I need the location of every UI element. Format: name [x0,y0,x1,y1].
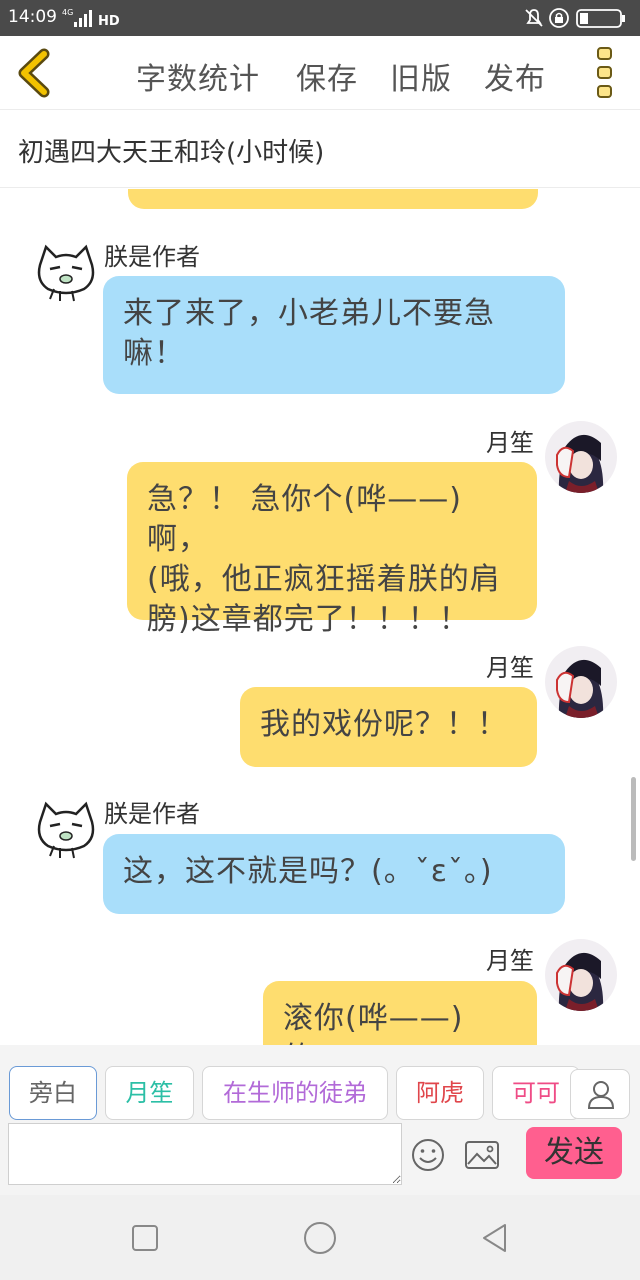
home-circle-icon[interactable] [301,1219,339,1257]
yuesheng-avatar[interactable] [545,939,617,1011]
character-tab-narrator[interactable]: 旁白 [9,1066,97,1120]
chat-area[interactable]: 朕是作者 来了来了，小老弟儿不要急 嘛！ 月笙 急？！ 急你个(哗——)啊， (… [0,189,640,1045]
status-bar: 14:09 4G HD [0,0,640,36]
status-time: 14:09 [8,7,57,27]
sender-name: 月笙 [486,429,534,457]
message-bubble[interactable]: 急？！ 急你个(哗——)啊， (哦，他正疯狂摇着朕的肩 膀)这章都完了！！！！ [127,462,537,637]
character-tab-disciple[interactable]: 在生师的徒弟 [202,1066,388,1120]
svg-text:HD: HD [98,14,120,28]
scrollbar[interactable] [631,777,636,861]
character-avatar-icon [545,939,617,1011]
sender-name: 月笙 [486,947,534,975]
character-tab-ahu[interactable]: 阿虎 [396,1066,484,1120]
back-triangle-icon[interactable] [478,1221,512,1255]
composer-panel: 旁白 月笙 在生师的徒弟 阿虎 可可 发送 [0,1045,640,1195]
character-tab-label: 阿虎 [416,1079,464,1107]
system-nav-bar [0,1195,640,1280]
recents-square-icon[interactable] [128,1221,162,1255]
message-line: 嘛！ [123,336,185,371]
message-bubble[interactable]: 这，这不就是吗？(。ˇεˇ。) [103,834,565,914]
person-icon [587,1081,615,1109]
old-version-button[interactable]: 旧版 [390,54,452,98]
battery-icon [576,9,625,28]
character-tab-label: 在生师的徒弟 [223,1079,367,1107]
author-avatar[interactable] [30,792,102,864]
message-line: 滚你(哗——)的！ [283,1001,464,1045]
chapter-title-bar[interactable]: 初遇四大天王和玲(小时候) [0,110,640,188]
message-line: 来了来了，小老弟儿不要急 [123,296,495,331]
message-bubble[interactable]: 滚你(哗——)的！ [263,981,537,1045]
yuesheng-avatar[interactable] [545,421,617,493]
word-count-button[interactable]: 字数统计 [136,54,260,98]
cat-avatar-icon [30,235,102,307]
message-line: 膀)这章都完了！！！！ [147,602,470,637]
character-tab-label: 月笙 [125,1079,174,1107]
save-button[interactable]: 保存 [296,54,358,98]
message-bubble-partial[interactable] [128,189,538,209]
signal-icon: 4G HD [62,8,120,28]
character-tab-yuesheng[interactable]: 月笙 [105,1066,194,1120]
character-avatar-icon [545,421,617,493]
character-tab-keke[interactable]: 可可 [492,1066,580,1120]
yuesheng-avatar[interactable] [545,646,617,718]
message-line: 急？！ 急你个(哗——)啊， [147,482,462,557]
cat-avatar-icon [30,792,102,864]
sender-name: 月笙 [486,654,534,682]
svg-text:4G: 4G [62,8,73,17]
message-line: (哦，他正疯狂摇着朕的肩 [147,562,501,597]
message-bubble[interactable]: 来了来了，小老弟儿不要急 嘛！ [103,276,565,394]
status-icons [525,8,625,28]
manage-characters-button[interactable] [570,1069,630,1119]
message-input[interactable] [8,1123,402,1185]
editor-toolbar: 字数统计 保存 旧版 发布 [0,36,640,110]
message-bubble[interactable]: 我的戏份呢？！！ [240,687,537,767]
back-arrow-icon[interactable] [10,46,60,100]
more-menu-icon[interactable] [594,44,616,102]
author-avatar[interactable] [30,235,102,307]
chapter-title: 初遇四大天王和玲(小时候) [18,138,325,168]
send-button[interactable]: 发送 [526,1127,622,1179]
sender-name: 朕是作者 [104,243,200,271]
image-icon[interactable] [464,1138,500,1172]
mute-icon [525,9,543,27]
publish-button[interactable]: 发布 [484,54,546,98]
emoji-icon[interactable] [410,1137,446,1173]
message-line: 我的戏份呢？！！ [260,707,508,742]
character-tab-label: 旁白 [29,1079,77,1107]
sender-name: 朕是作者 [104,800,200,828]
character-tab-label: 可可 [512,1079,560,1107]
message-line: 这，这不就是吗？(。ˇεˇ。) [123,854,493,889]
lock-rotation-icon [549,8,569,28]
character-avatar-icon [545,646,617,718]
